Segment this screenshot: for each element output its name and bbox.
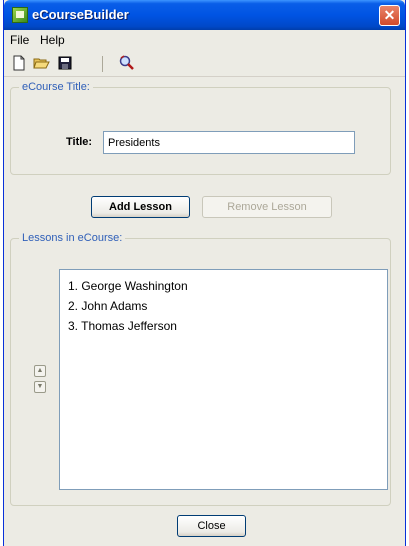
window-title: eCourseBuilder xyxy=(32,7,129,22)
move-down-icon[interactable]: ▼ xyxy=(34,381,46,393)
menu-help[interactable]: Help xyxy=(40,33,65,47)
list-item[interactable]: 2. John Adams xyxy=(68,299,147,313)
list-item[interactable]: 1. George Washington xyxy=(68,279,188,293)
save-disk-icon[interactable] xyxy=(56,54,74,72)
title-bar[interactable]: eCourseBuilder ✕ xyxy=(4,0,405,30)
open-folder-icon[interactable] xyxy=(32,54,50,72)
menu-bar: File Help xyxy=(4,30,405,50)
toolbar-separator xyxy=(102,56,103,72)
preview-magnifier-icon[interactable] xyxy=(118,54,136,72)
close-window-button[interactable]: ✕ xyxy=(379,5,400,26)
lessons-legend: Lessons in eCourse: xyxy=(22,232,123,244)
toolbar xyxy=(4,50,405,77)
list-item[interactable]: 3. Thomas Jefferson xyxy=(68,319,177,333)
add-lesson-button[interactable]: Add Lesson xyxy=(91,196,190,218)
close-button[interactable]: Close xyxy=(177,515,246,537)
move-up-icon[interactable]: ▲ xyxy=(34,365,46,377)
lessons-list[interactable]: 1. George Washington 2. John Adams 3. Th… xyxy=(59,269,388,490)
app-icon xyxy=(12,7,28,23)
remove-lesson-button[interactable]: Remove Lesson xyxy=(202,196,332,218)
title-label: Title: xyxy=(66,136,93,148)
new-document-icon[interactable] xyxy=(10,54,28,72)
title-input[interactable] xyxy=(103,131,355,154)
course-title-legend: eCourse Title: xyxy=(22,81,90,93)
menu-file[interactable]: File xyxy=(10,33,29,47)
course-title-group: eCourse Title: xyxy=(10,81,391,175)
